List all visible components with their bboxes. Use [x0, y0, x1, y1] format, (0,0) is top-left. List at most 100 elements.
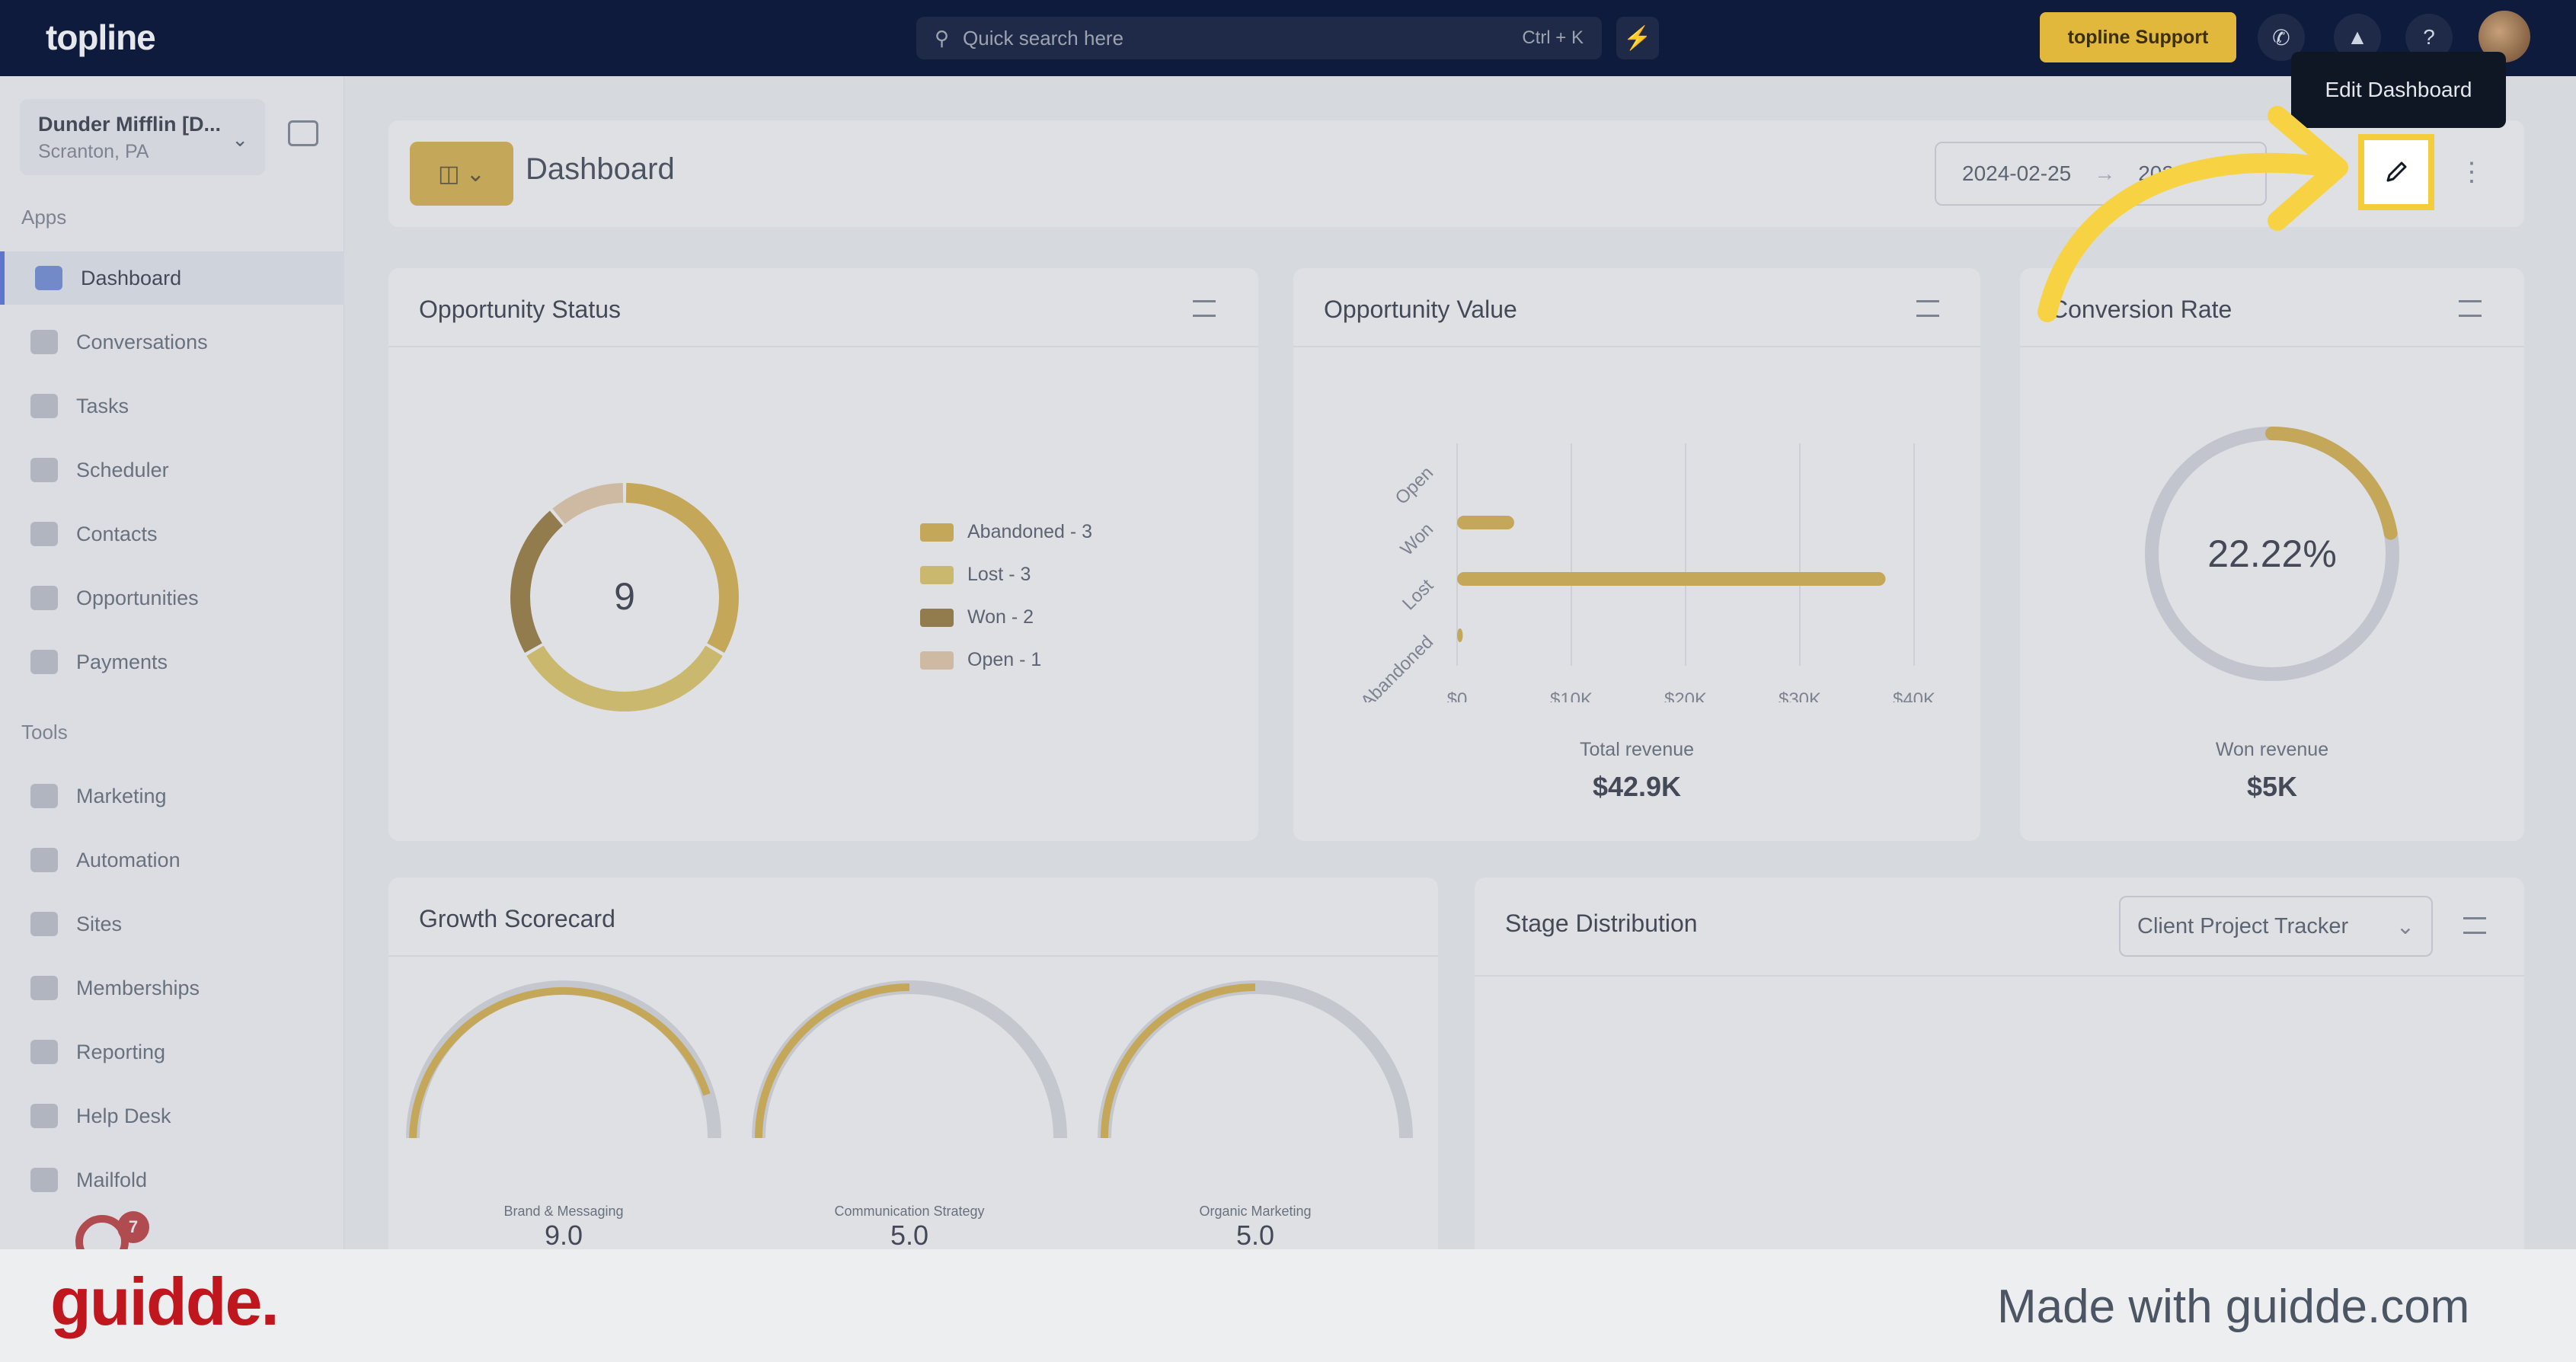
- gauge-label: Organic Marketing: [1199, 1204, 1311, 1219]
- filter-icon[interactable]: [1916, 300, 1939, 317]
- filter-icon[interactable]: [2459, 300, 2482, 317]
- sidebar-item-label: Contacts: [76, 522, 158, 545]
- x-tick-label: $20K: [1664, 689, 1707, 702]
- legend-item[interactable]: Lost - 3: [920, 564, 1031, 586]
- growth-scorecard-card: Growth Scorecard Brand & Messaging 9.0 0…: [388, 878, 1438, 1304]
- conversion-percent: 22.22%: [2207, 532, 2337, 575]
- legend-label: Won - 2: [967, 606, 1034, 628]
- legend-item[interactable]: Open - 1: [920, 649, 1041, 671]
- search-input[interactable]: ⚲ Quick search here Ctrl + K: [916, 17, 1602, 59]
- sidebar-item-label: Marketing: [76, 784, 167, 807]
- page-title: Dashboard: [526, 152, 675, 186]
- card-title: Opportunity Status: [419, 296, 622, 323]
- edit-dashboard-button[interactable]: [2358, 134, 2434, 210]
- support-button[interactable]: topline Support: [2040, 12, 2236, 62]
- sidebar-item-marketing[interactable]: Marketing: [0, 769, 344, 823]
- sidebar-item-memberships[interactable]: Memberships: [0, 961, 344, 1015]
- pencil-icon: [2386, 161, 2407, 182]
- group-icon: [30, 976, 58, 1000]
- dashboard-icon: [35, 266, 62, 290]
- sidebar-item-label: Reporting: [76, 1040, 166, 1063]
- legend-label: Open - 1: [967, 649, 1042, 670]
- sidebar-item-scheduler[interactable]: Scheduler: [0, 443, 344, 497]
- donut-slice-lost[interactable]: [526, 645, 723, 711]
- target-icon: [30, 586, 58, 610]
- top-bar: topline ⚲ Quick search here Ctrl + K ⚡ t…: [0, 0, 2576, 76]
- sidebar-item-sites[interactable]: Sites: [0, 897, 344, 951]
- search-shortcut: Ctrl + K: [1522, 27, 1584, 48]
- search-icon: ⚲: [935, 26, 950, 50]
- won-revenue-label: Won revenue: [2215, 739, 2329, 760]
- opportunity-status-card: Opportunity Status 9 Abandoned - 3 Lost …: [388, 268, 1258, 841]
- total-revenue-label: Total revenue: [1579, 739, 1695, 760]
- dashboard-switcher-button[interactable]: ◫ ⌄: [410, 142, 513, 206]
- sidebar-item-label: Mailfold: [76, 1168, 148, 1191]
- card-title: Growth Scorecard: [419, 905, 615, 932]
- help-circle-icon: [30, 1104, 58, 1128]
- sidebar-item-contacts[interactable]: Contacts: [0, 507, 344, 561]
- sidebar: Dunder Mifflin [D... Scranton, PA ⌄ Apps…: [0, 76, 344, 1249]
- sidebar-item-label: Conversations: [76, 330, 208, 353]
- search-placeholder: Quick search here: [963, 26, 1124, 50]
- sidebar-item-help-desk[interactable]: Help Desk: [0, 1089, 344, 1143]
- gauge-label: Communication Strategy: [834, 1204, 984, 1219]
- won-revenue-value: $5K: [2246, 771, 2298, 802]
- donut-slice-abandoned[interactable]: [625, 483, 739, 654]
- divider: [1475, 975, 2524, 977]
- card-title: Opportunity Value: [1324, 296, 1517, 323]
- lightning-icon[interactable]: ⚡: [1616, 17, 1659, 59]
- app-logo[interactable]: topline: [46, 17, 156, 58]
- credit-card-icon: [30, 650, 58, 674]
- more-options-icon[interactable]: ⋮: [2459, 157, 2485, 187]
- sidebar-item-dashboard[interactable]: Dashboard: [0, 251, 344, 305]
- sidebar-item-label: Automation: [76, 848, 181, 871]
- calendar-icon: [30, 458, 58, 482]
- pipeline-select[interactable]: Client Project Tracker ⌄: [2119, 896, 2433, 957]
- sidebar-item-payments[interactable]: Payments: [0, 635, 344, 689]
- sidebar-collapse-icon[interactable]: [288, 120, 318, 146]
- legend-swatch: [920, 565, 954, 584]
- opportunity-value-card: Opportunity Value $0 $10K $20K $30K $40K Open…: [1293, 268, 1980, 841]
- x-tick-label: $30K: [1779, 689, 1821, 702]
- globe-icon: [30, 912, 58, 936]
- sidebar-item-automation[interactable]: Automation: [0, 833, 344, 887]
- made-with-text: Made with guidde.com: [1997, 1280, 2470, 1333]
- sidebar-item-label: Memberships: [76, 976, 200, 999]
- donut-total: 9: [614, 575, 635, 618]
- divider: [388, 955, 1438, 957]
- filter-icon[interactable]: [1193, 300, 1216, 317]
- sidebar-item-opportunities[interactable]: Opportunities: [0, 571, 344, 625]
- sidebar-item-mailfold[interactable]: Mailfold: [0, 1153, 344, 1207]
- sidebar-item-label: Dashboard: [81, 266, 182, 289]
- bar-lost[interactable]: [1457, 572, 1886, 586]
- gauge-value: 5.0: [1236, 1220, 1274, 1251]
- guidde-logo: guidde.: [50, 1264, 280, 1339]
- y-tick-label: Abandoned: [1357, 631, 1437, 702]
- legend-item[interactable]: Won - 2: [920, 606, 1034, 628]
- sidebar-item-label: Payments: [76, 650, 168, 673]
- guide-arrow-icon: [2037, 106, 2348, 322]
- card-title: Stage Distribution: [1505, 910, 1698, 937]
- opportunity-value-bar-chart: $0 $10K $20K $30K $40K Open Won Lost Abandoned: [1357, 443, 1935, 702]
- sidebar-item-label: Tasks: [76, 394, 129, 417]
- gauge-communication-strategy: Communication Strategy 5.0 0 10: [752, 980, 1071, 1270]
- filter-icon[interactable]: [2463, 917, 2486, 934]
- legend-label: Lost - 3: [967, 564, 1031, 585]
- conversion-rate-ring: 22.22%: [2145, 427, 2399, 681]
- notification-badge: 7: [117, 1211, 149, 1243]
- sidebar-item-tasks[interactable]: Tasks: [0, 379, 344, 433]
- sidebar-item-reporting[interactable]: Reporting: [0, 1025, 344, 1079]
- donut-slice-won[interactable]: [510, 510, 563, 654]
- bar-won[interactable]: [1457, 516, 1514, 529]
- tools-heading: Tools: [21, 721, 68, 743]
- y-tick-label: Lost: [1398, 575, 1437, 614]
- pie-chart-icon: [30, 1040, 58, 1064]
- legend-label: Abandoned - 3: [967, 521, 1093, 542]
- pipeline-selected: Client Project Tracker: [2137, 913, 2349, 938]
- bar-abandoned[interactable]: [1457, 628, 1463, 642]
- sidebar-item-label: Scheduler: [76, 458, 169, 481]
- donut-slice-open[interactable]: [552, 483, 624, 524]
- sidebar-item-conversations[interactable]: Conversations: [0, 315, 344, 369]
- legend-item[interactable]: Abandoned - 3: [920, 521, 1092, 543]
- account-switcher[interactable]: Dunder Mifflin [D... Scranton, PA ⌄: [20, 99, 265, 175]
